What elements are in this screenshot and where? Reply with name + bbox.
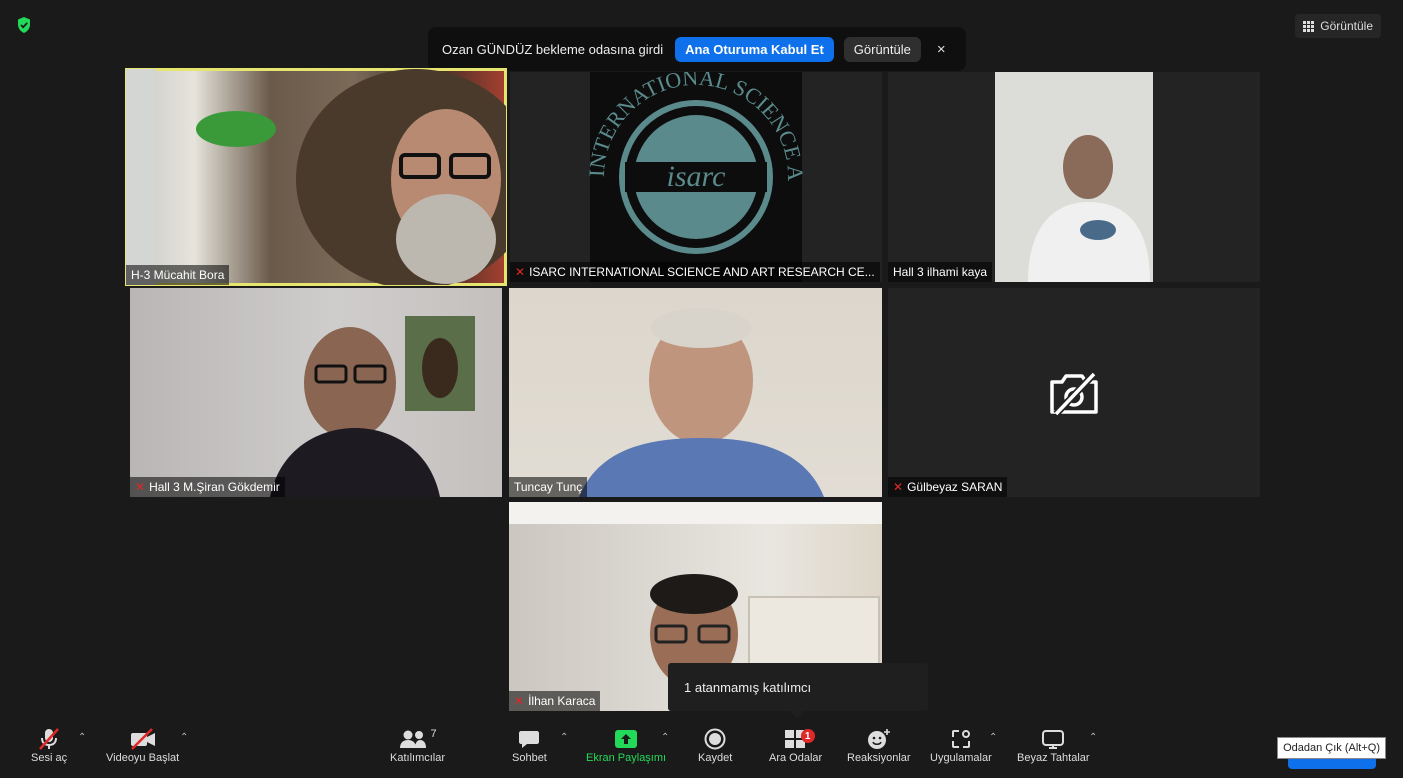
share-options-chevron-icon[interactable]: ⌃ bbox=[661, 732, 669, 743]
participant-name: ISARC INTERNATIONAL SCIENCE AND ART RESE… bbox=[529, 265, 875, 279]
leave-tooltip: Odadan Çık (Alt+Q) bbox=[1277, 737, 1386, 759]
participants-count: 7 bbox=[430, 728, 437, 740]
unmute-button[interactable]: Sesi aç bbox=[31, 726, 67, 764]
view-waiting-button[interactable]: Görüntüle bbox=[843, 36, 921, 62]
start-video-label: Videoyu Başlat bbox=[106, 752, 180, 764]
grid-icon bbox=[1303, 20, 1315, 32]
reactions-button[interactable]: Reaksiyonlar bbox=[847, 726, 911, 764]
start-video-button[interactable]: Videoyu Başlat bbox=[106, 726, 179, 764]
mic-muted-icon bbox=[39, 728, 59, 750]
isarc-logo: INTERNATIONAL SCIENCE AND ART RESEARCH C… bbox=[510, 72, 808, 282]
whiteboards-label: Beyaz Tahtalar bbox=[1017, 752, 1090, 764]
leave-tooltip-text: Odadan Çık (Alt+Q) bbox=[1283, 742, 1380, 754]
chat-options-chevron-icon[interactable]: ⌃ bbox=[560, 732, 568, 743]
admit-button[interactable]: Ana Oturuma Kabul Et bbox=[675, 36, 834, 62]
participant-video bbox=[579, 308, 824, 497]
unassigned-participants-tooltip: 1 atanmamış katılımcı bbox=[668, 663, 928, 718]
audio-options-chevron-icon[interactable]: ⌃ bbox=[78, 732, 86, 743]
participant-name: Hall 3 ilhami kaya bbox=[893, 265, 988, 279]
isarc-logo-text: isarc bbox=[667, 160, 726, 193]
video-tile-ilhami-kaya[interactable]: Hall 3 ilhami kaya bbox=[888, 72, 1260, 282]
share-screen-icon bbox=[615, 730, 638, 748]
breakout-rooms-label: Ara Odalar bbox=[769, 752, 823, 764]
participant-name: Gülbeyaz SARAN bbox=[907, 480, 1003, 494]
unmute-label: Sesi aç bbox=[31, 752, 68, 764]
chat-bubble-icon bbox=[519, 731, 540, 748]
apps-button[interactable]: Uygulamalar bbox=[930, 726, 992, 764]
apps-icon bbox=[951, 730, 970, 748]
video-tile-siran-gokdemir[interactable]: ✕ Hall 3 M.Şiran Gökdemir bbox=[130, 288, 502, 497]
mic-muted-icon: ✕ bbox=[135, 480, 146, 494]
record-label: Kaydet bbox=[698, 752, 733, 764]
shield-icon[interactable] bbox=[16, 16, 32, 34]
share-screen-button[interactable]: Ekran Paylaşımı bbox=[586, 726, 666, 764]
participant-name: H-3 Mücahit Bora bbox=[131, 268, 225, 282]
participants-icon bbox=[400, 730, 427, 748]
tooltip-text: 1 atanmamış katılımcı bbox=[684, 679, 812, 695]
participant-name-label: ✕ ISARC INTERNATIONAL SCIENCE AND ART RE… bbox=[510, 262, 880, 282]
participant-name: Hall 3 M.Şiran Gökdemir bbox=[149, 480, 280, 494]
record-button[interactable]: Kaydet bbox=[698, 726, 732, 764]
participant-name-label: ✕ İlhan Karaca bbox=[509, 691, 601, 711]
apps-options-chevron-icon[interactable]: ⌃ bbox=[989, 732, 997, 743]
participant-video bbox=[995, 72, 1153, 282]
participant-video bbox=[126, 69, 506, 285]
camera-off-icon bbox=[1050, 371, 1098, 417]
emoji-add-icon bbox=[867, 729, 890, 749]
video-options-chevron-icon[interactable]: ⌃ bbox=[180, 732, 188, 743]
waiting-room-banner: Ozan GÜNDÜZ bekleme odasına girdi Ana Ot… bbox=[428, 27, 966, 71]
whiteboard-icon bbox=[1042, 730, 1065, 749]
breakout-rooms-button[interactable]: 1 Ara Odalar bbox=[769, 726, 822, 764]
apps-label: Uygulamalar bbox=[930, 752, 992, 764]
whiteboards-button[interactable]: Beyaz Tahtalar bbox=[1017, 726, 1090, 764]
participant-name-label: ✕ Gülbeyaz SARAN bbox=[888, 477, 1008, 497]
chat-button[interactable]: Sohbet bbox=[512, 726, 547, 764]
mic-muted-icon: ✕ bbox=[893, 480, 904, 494]
video-off-icon bbox=[130, 728, 155, 750]
video-tile-mucahit-bora[interactable]: H-3 Mücahit Bora bbox=[125, 68, 507, 286]
participant-video bbox=[270, 316, 475, 497]
close-icon[interactable]: × bbox=[937, 41, 946, 58]
participant-name: İlhan Karaca bbox=[528, 694, 596, 708]
share-screen-label: Ekran Paylaşımı bbox=[586, 752, 667, 764]
video-tile-isarc[interactable]: INTERNATIONAL SCIENCE AND ART RESEARCH C… bbox=[510, 72, 882, 282]
chat-label: Sohbet bbox=[512, 752, 547, 764]
mic-muted-icon: ✕ bbox=[514, 694, 525, 708]
participant-name: Tuncay Tunç bbox=[514, 480, 583, 494]
participants-label: Katılımcılar bbox=[390, 752, 446, 764]
participant-name-label: ✕ Hall 3 M.Şiran Gökdemir bbox=[130, 477, 285, 497]
participant-name-label: Hall 3 ilhami kaya bbox=[888, 262, 993, 282]
participants-button[interactable]: 7 Katılımcılar bbox=[390, 726, 445, 764]
meeting-toolbar: Sesi aç ⌃ Videoyu Başlat ⌃ 7 Katılımcıla… bbox=[0, 718, 1403, 778]
whiteboard-options-chevron-icon[interactable]: ⌃ bbox=[1089, 732, 1097, 743]
video-tile-tuncay-tunc[interactable]: Tuncay Tunç bbox=[509, 288, 882, 497]
waiting-room-message: Ozan GÜNDÜZ bekleme odasına girdi bbox=[442, 41, 664, 57]
video-tile-gulbeyaz-saran[interactable]: ✕ Gülbeyaz SARAN bbox=[888, 288, 1260, 497]
view-layout-label: Görüntüle bbox=[1320, 19, 1373, 33]
breakout-badge: 1 bbox=[800, 729, 815, 743]
participant-name-label: H-3 Mücahit Bora bbox=[126, 265, 230, 285]
reactions-label: Reaksiyonlar bbox=[847, 752, 911, 764]
view-layout-button[interactable]: Görüntüle bbox=[1295, 14, 1381, 38]
mic-muted-icon: ✕ bbox=[515, 265, 526, 279]
record-icon bbox=[704, 728, 726, 750]
participant-name-label: Tuncay Tunç bbox=[509, 477, 588, 497]
